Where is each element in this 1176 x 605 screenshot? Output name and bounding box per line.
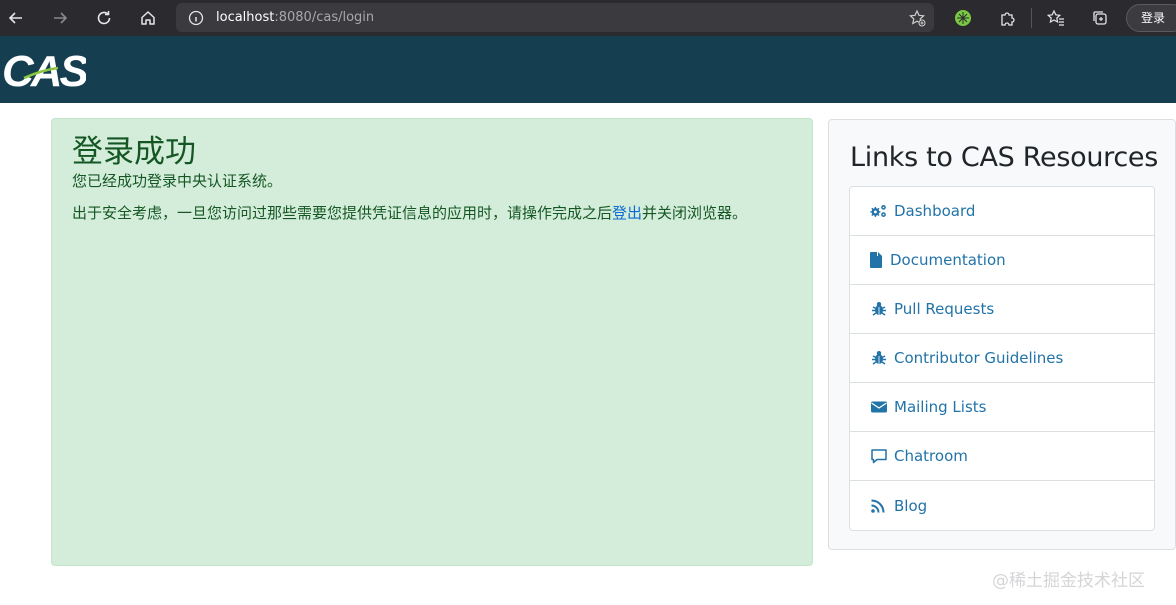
rss-icon [870, 497, 892, 515]
home-icon [141, 11, 155, 25]
success-title: 登录成功 [72, 134, 196, 170]
watermark: @稀土掘金技术社区 [992, 571, 1145, 591]
link-label: Blog [894, 496, 928, 515]
link-label: Chatroom [894, 447, 968, 465]
reload-button[interactable] [88, 2, 120, 34]
back-button[interactable] [0, 2, 32, 34]
address-bar[interactable]: localhost:8080/cas/login [176, 3, 934, 32]
reload-icon [97, 11, 111, 25]
link-label: Documentation [890, 251, 1006, 269]
collections-icon[interactable] [1089, 7, 1111, 29]
link-blog[interactable]: Blog [850, 481, 1154, 530]
link-dashboard[interactable]: Dashboard [850, 187, 1154, 236]
link-documentation[interactable]: Documentation [850, 236, 1154, 285]
site-info-icon[interactable] [176, 10, 216, 26]
security-notice: 出于安全考虑，一旦您访问过那些需要您提供凭证信息的应用时，请操作完成之后登出并关… [72, 204, 748, 222]
success-message: 您已经成功登录中央认证系统。 [72, 172, 283, 190]
browser-login-button[interactable]: 登录 [1126, 4, 1176, 32]
link-mailing-lists[interactable]: Mailing Lists [850, 383, 1154, 432]
toolbar-divider [1031, 8, 1032, 28]
favorites-icon[interactable] [1045, 7, 1067, 29]
link-label: Dashboard [894, 202, 976, 220]
logout-link[interactable]: 登出 [612, 204, 642, 222]
arrow-right-icon [54, 12, 68, 24]
link-label: Pull Requests [894, 300, 995, 318]
cas-logo[interactable]: CAS [2, 46, 86, 92]
add-favorite-icon[interactable] [908, 9, 926, 32]
file-icon [870, 251, 888, 269]
bug-icon [870, 300, 892, 318]
login-success-panel: 登录成功 您已经成功登录中央认证系统。 出于安全考虑，一旦您访问过那些需要您提供… [51, 118, 813, 566]
extension-green-icon[interactable] [952, 7, 974, 29]
cas-header: CAS [0, 36, 1176, 103]
link-contributor-guidelines[interactable]: Contributor Guidelines [850, 334, 1154, 383]
comment-icon [870, 447, 892, 465]
resources-title: Links to CAS Resources [850, 142, 1158, 173]
link-chatroom[interactable]: Chatroom [850, 432, 1154, 481]
browser-toolbar: localhost:8080/cas/login 登录 [0, 0, 1176, 36]
link-pull-requests[interactable]: Pull Requests [850, 285, 1154, 334]
address-url: localhost:8080/cas/login [216, 10, 375, 25]
arrow-left-icon [8, 12, 22, 24]
link-label: Contributor Guidelines [894, 349, 1064, 367]
home-button[interactable] [132, 2, 164, 34]
cas-resources-panel: Links to CAS Resources Dashboard Documen… [828, 119, 1176, 550]
forward-button[interactable] [44, 2, 76, 34]
link-label: Mailing Lists [894, 398, 987, 416]
resources-list: Dashboard Documentation Pull Requests Co… [849, 186, 1155, 531]
extensions-puzzle-icon[interactable] [996, 7, 1018, 29]
bug-icon [870, 349, 892, 367]
gears-icon [870, 202, 892, 220]
envelope-icon [870, 398, 892, 416]
